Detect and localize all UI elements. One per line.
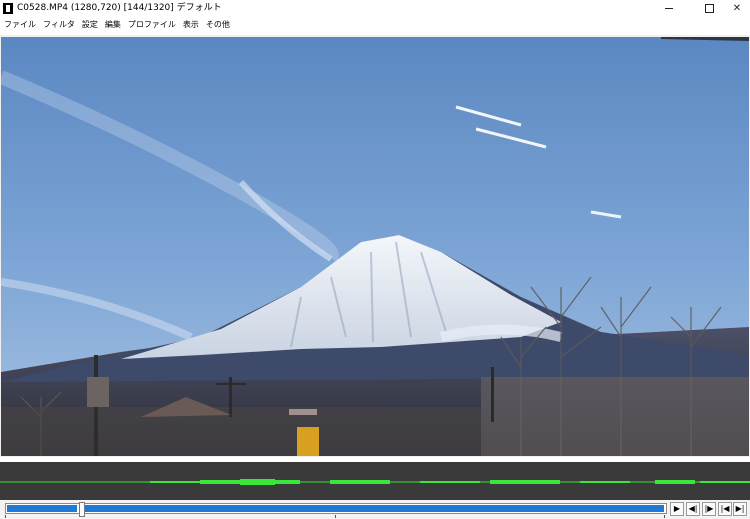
seek-fill-before — [7, 505, 77, 512]
menu-settings[interactable]: 設定 — [79, 19, 101, 30]
menu-view[interactable]: 表示 — [180, 19, 202, 30]
jump-end-button[interactable]: ▶| — [733, 502, 747, 516]
seek-tick — [5, 515, 6, 518]
jump-start-button[interactable]: |◀ — [718, 502, 732, 516]
play-button[interactable]: ▶ — [670, 502, 684, 516]
window-title: C0528.MP4 (1280,720) [144/1320] デフォルト — [17, 3, 222, 13]
close-button[interactable]: ✕ — [722, 0, 750, 17]
maximize-button[interactable] — [694, 0, 724, 17]
title-bar: C0528.MP4 (1280,720) [144/1320] デフォルト ✕ — [0, 0, 750, 17]
seek-fill-after — [82, 505, 664, 512]
menu-file[interactable]: ファイル — [1, 19, 39, 30]
video-frame[interactable] — [1, 37, 749, 456]
seek-thumb[interactable] — [79, 502, 85, 517]
app-icon — [3, 3, 13, 14]
audio-waveform — [0, 462, 750, 500]
menu-bar: ファイル フィルタ 設定 編集 プロファイル 表示 その他 — [0, 17, 750, 31]
menu-other[interactable]: その他 — [203, 19, 233, 30]
step-back-button[interactable]: ◀| — [686, 502, 700, 516]
menu-filter[interactable]: フィルタ — [40, 19, 78, 30]
minimize-button[interactable] — [654, 0, 684, 17]
seek-tick — [664, 515, 665, 518]
step-forward-icon: |▶ — [704, 504, 714, 513]
step-forward-button[interactable]: |▶ — [702, 502, 716, 516]
seek-slider[interactable] — [5, 502, 667, 517]
jump-start-icon: |◀ — [720, 504, 730, 513]
jump-end-icon: ▶| — [735, 504, 745, 513]
waveform-graph — [0, 479, 750, 485]
menu-edit[interactable]: 編集 — [102, 19, 124, 30]
mountain-landscape-image — [1, 37, 749, 456]
menu-profile[interactable]: プロファイル — [125, 19, 179, 30]
video-preview-area — [0, 35, 750, 457]
step-back-icon: ◀| — [688, 504, 698, 513]
seek-controls: ▶ ◀| |▶ |◀ ▶| — [0, 500, 750, 519]
seek-tick — [335, 515, 336, 518]
play-icon: ▶ — [673, 504, 681, 513]
